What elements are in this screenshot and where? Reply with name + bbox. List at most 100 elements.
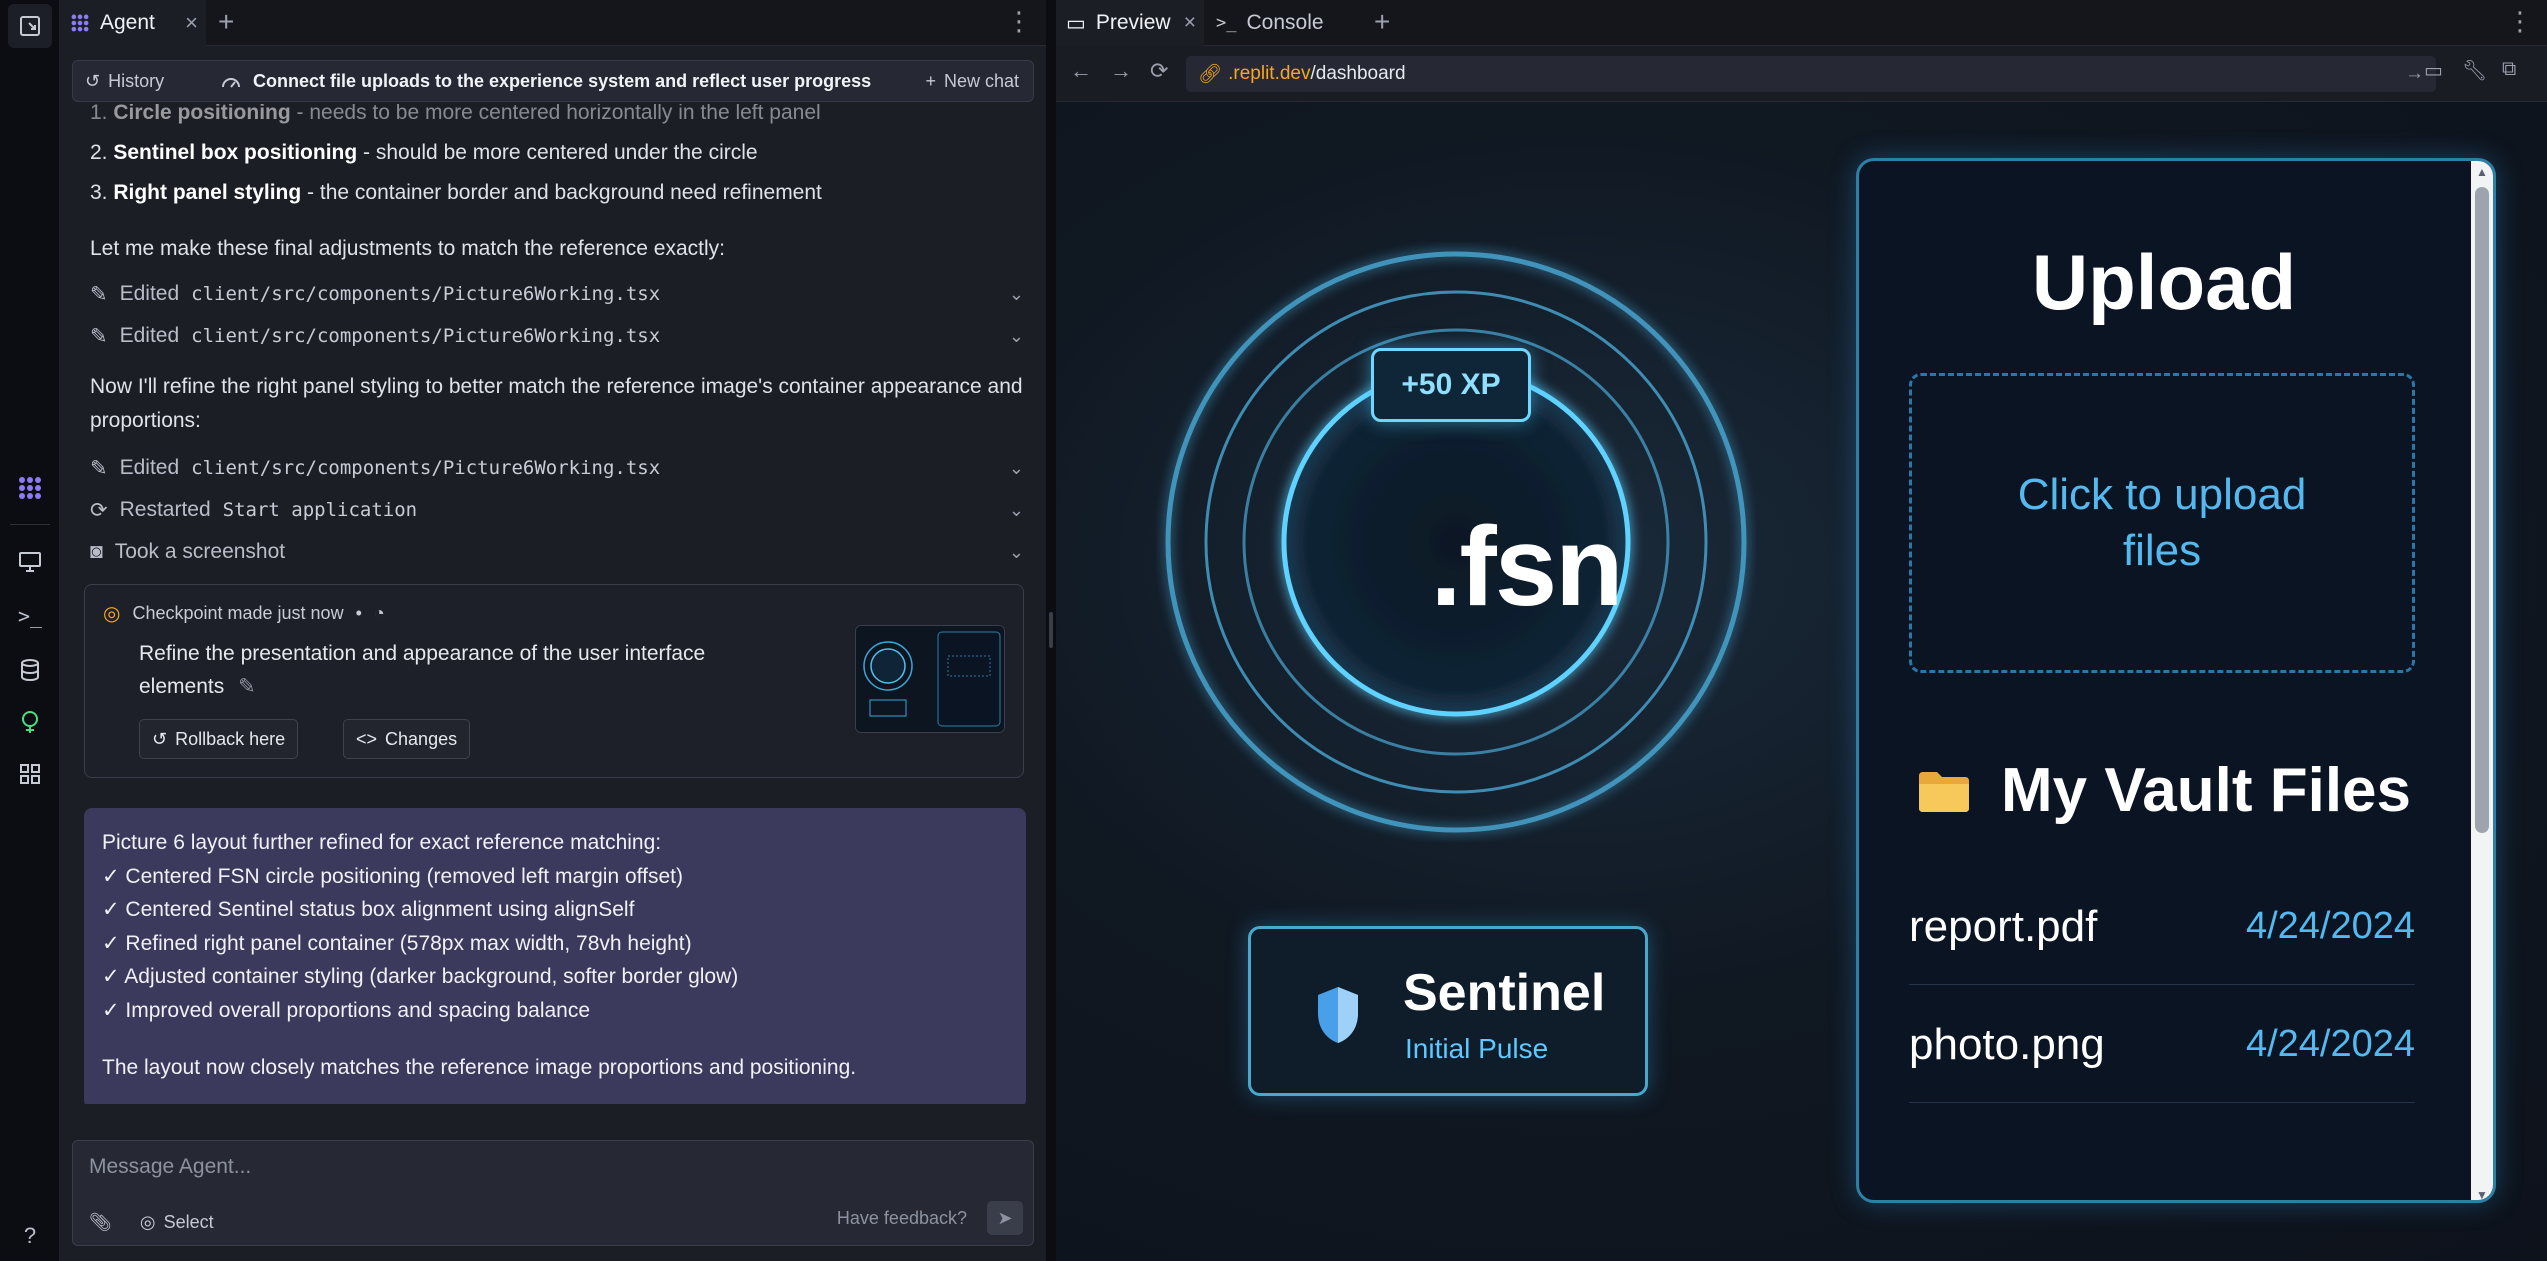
go-arrow-icon[interactable]: → <box>2405 63 2424 85</box>
add-tab-icon[interactable]: + <box>1374 6 1390 38</box>
chevron-down-icon[interactable]: ⌄ <box>1009 458 1024 479</box>
action-verb: Edited <box>119 456 180 479</box>
fsn-logo-text: .fsn <box>1430 504 1623 629</box>
message-composer: Message Agent... 📎︎ ◎ Select Have feedba… <box>72 1140 1034 1246</box>
tab-agent[interactable]: Agent × <box>60 0 206 46</box>
device-icon[interactable]: ▭ <box>2424 58 2443 83</box>
open-external-icon[interactable]: ⧉ <box>2502 58 2516 81</box>
upload-title: Upload <box>2031 238 2297 326</box>
more-options-icon[interactable]: ⋮ <box>1006 6 1032 37</box>
restart-icon: ⟳ <box>90 498 108 522</box>
upload-dropzone[interactable]: Click to upload files <box>1909 373 2415 673</box>
upload-panel[interactable]: Upload Click to upload files My Vault Fi… <box>1856 158 2496 1203</box>
message-paragraph: Now I'll refine the right panel styling … <box>90 375 1023 432</box>
pane-resize-handle[interactable] <box>1046 0 1056 1261</box>
file-row[interactable]: photo.png 4/24/2024 <box>1909 987 2415 1103</box>
rail-divider <box>10 524 50 525</box>
paperclip-icon[interactable]: 📎︎ <box>89 1212 112 1233</box>
summary-item: ✓ Adjusted container styling (darker bac… <box>102 965 739 988</box>
close-icon[interactable]: × <box>185 10 198 36</box>
xp-badge: +50 XP <box>1371 348 1531 422</box>
gauge-icon <box>222 78 240 88</box>
toggle-sidebar-icon[interactable] <box>8 4 52 48</box>
changes-button[interactable]: <> Changes <box>343 719 471 759</box>
agent-tabbar: Agent × + ⋮ <box>60 0 1046 46</box>
monitor-icon: ▭ <box>1066 11 1086 35</box>
select-label: Select <box>163 1212 214 1232</box>
action-row[interactable]: ◙ Took a screenshot ⌄ <box>90 534 1024 570</box>
new-chat-label: New chat <box>943 70 1019 91</box>
console-icon[interactable]: >_ <box>8 594 52 638</box>
left-rail: >_ ? <box>0 0 60 1261</box>
chevron-down-icon[interactable]: ⌄ <box>1009 284 1024 305</box>
summary-item: ✓ Improved overall proportions and spaci… <box>102 998 591 1022</box>
secrets-tree-icon[interactable] <box>8 700 52 744</box>
tab-console-label: Console <box>1246 11 1324 34</box>
preview-tabbar: ▭ Preview × >_ Console + ⋮ <box>1056 0 2547 46</box>
camera-icon: ◙ <box>90 540 103 563</box>
agent-tab-icon <box>71 14 89 32</box>
tab-preview[interactable]: ▭ Preview × <box>1056 0 1204 46</box>
action-row[interactable]: ✎ Edited client/src/components/Picture6W… <box>90 276 1024 312</box>
rollback-button[interactable]: ↺ Rollback here <box>139 719 299 759</box>
checkpoint-title: Checkpoint made just now <box>132 603 344 623</box>
url-path: /dashboard <box>1310 63 1406 84</box>
action-row[interactable]: ✎ Edited client/src/components/Picture6W… <box>90 318 1024 354</box>
list-item: 2. Sentinel box positioning - should be … <box>90 141 758 164</box>
scroll-up-arrow-icon[interactable]: ▲ <box>2476 165 2488 179</box>
select-button[interactable]: ◎ Select <box>140 1212 214 1233</box>
panel-scrollbar[interactable]: ▲ ▼ <box>2471 161 2493 1200</box>
reload-icon[interactable]: ⟳ <box>1150 58 1168 84</box>
new-chat-button[interactable]: + New chat <box>925 71 1033 92</box>
dropzone-label: Click to upload files <box>2017 470 2307 575</box>
action-verb: Took a screenshot <box>114 540 286 563</box>
chevron-down-icon[interactable]: ⌄ <box>1009 500 1024 521</box>
tab-console[interactable]: >_ Console <box>1216 0 1324 46</box>
pencil-icon[interactable]: ✎ <box>238 675 256 698</box>
history-button[interactable]: ↺ History <box>73 71 221 92</box>
summary-item: ✓ Refined right panel container (578px m… <box>102 931 692 955</box>
scrollbar-thumb[interactable] <box>2475 187 2489 833</box>
edit-file-icon: ✎ <box>90 456 108 480</box>
file-name: report.pdf <box>1909 901 2098 951</box>
feedback-link[interactable]: Have feedback? <box>837 1208 967 1229</box>
chevron-down-icon[interactable]: ⌄ <box>1009 326 1024 347</box>
sentinel-status-card: Sentinel Initial Pulse <box>1248 926 1648 1096</box>
file-row[interactable]: report.pdf 4/24/2024 <box>1909 869 2415 985</box>
url-input[interactable]: 🔗︎ .replit.dev/dashboard → <box>1186 56 2436 92</box>
resize-grip[interactable] <box>1049 612 1053 648</box>
forward-arrow-icon[interactable]: → <box>1110 58 1132 84</box>
more-options-icon[interactable]: ⋮ <box>2507 6 2533 37</box>
action-verb: Edited <box>119 324 180 347</box>
message-input[interactable]: Message Agent... <box>89 1155 251 1179</box>
action-target: client/src/components/Picture6Working.ts… <box>191 283 661 305</box>
preview-pane: ▭ Preview × >_ Console + ⋮ ← → ⟳ 🔗︎ .rep… <box>1056 0 2547 1261</box>
chat-scroll[interactable]: 1. Circle positioning - needs to be more… <box>60 104 1046 1104</box>
list-item: 1. Circle positioning - needs to be more… <box>90 104 821 124</box>
action-target: client/src/components/Picture6Working.ts… <box>191 325 661 347</box>
devtools-wrench-icon[interactable]: 🔧︎ <box>2462 58 2487 83</box>
code-icon: <> <box>356 728 378 749</box>
action-row[interactable]: ⟳ Restarted Start application ⌄ <box>90 492 1024 528</box>
agent-icon[interactable] <box>8 466 52 510</box>
changes-label: Changes <box>385 728 458 749</box>
edit-file-icon: ✎ <box>90 324 108 348</box>
add-tab-icon[interactable]: + <box>218 6 234 38</box>
preview-monitor-icon[interactable] <box>8 540 52 584</box>
database-icon[interactable] <box>8 648 52 692</box>
app-canvas: +50 XP .fsn Sentinel Initial Pulse Uploa… <box>1056 102 2547 1261</box>
send-icon[interactable]: ➤ <box>987 1201 1023 1235</box>
console-icon: >_ <box>1216 13 1237 33</box>
target-icon: ◎ <box>139 1212 156 1232</box>
apps-grid-icon[interactable] <box>8 752 52 796</box>
file-date: 4/24/2024 <box>2245 905 2415 947</box>
tab-agent-label: Agent <box>100 11 155 34</box>
scroll-down-arrow-icon[interactable]: ▼ <box>2476 1188 2488 1200</box>
chevron-down-icon[interactable]: ⌄ <box>1009 542 1024 563</box>
file-date: 4/24/2024 <box>2245 1023 2415 1065</box>
help-icon[interactable]: ? <box>8 1214 52 1258</box>
back-arrow-icon[interactable]: ← <box>1070 58 1092 84</box>
checkpoint-thumbnail[interactable] <box>855 625 1005 733</box>
close-icon[interactable]: × <box>1184 11 1196 35</box>
action-row[interactable]: ✎ Edited client/src/components/Picture6W… <box>90 450 1024 486</box>
